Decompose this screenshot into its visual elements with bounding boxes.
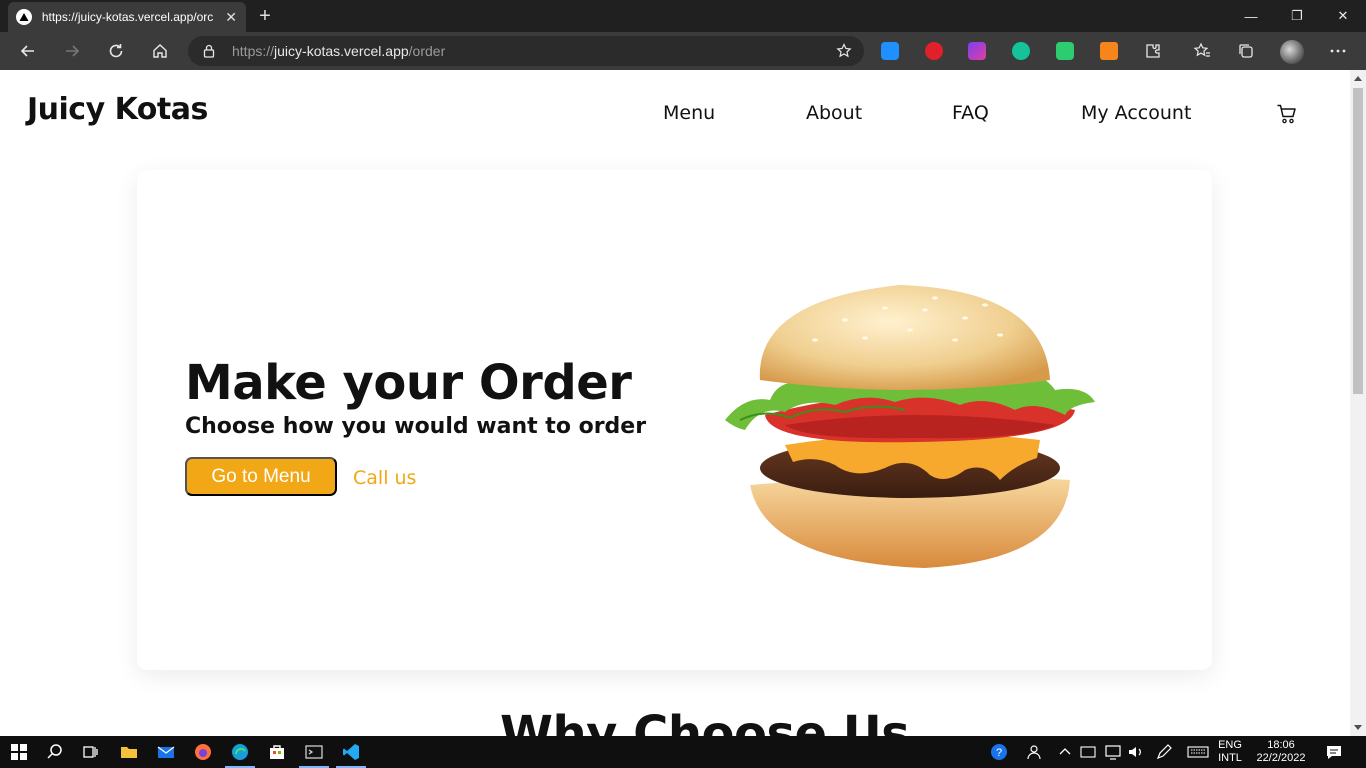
- hero-title: Make your Order: [185, 355, 632, 411]
- vercel-favicon-icon: [16, 9, 32, 25]
- url-host: juicy-kotas.vercel.app: [274, 43, 409, 59]
- browser-tabbar: https://juicy-kotas.vercel.app/orc ✕ + —…: [0, 0, 1366, 32]
- network-icon[interactable]: [1103, 742, 1123, 762]
- volume-icon[interactable]: [1126, 742, 1146, 762]
- browser-tab[interactable]: https://juicy-kotas.vercel.app/orc ✕: [8, 2, 246, 32]
- search-icon[interactable]: [45, 742, 65, 762]
- mail-icon[interactable]: [156, 742, 176, 762]
- url-scheme: https://: [232, 43, 275, 59]
- home-icon[interactable]: [145, 36, 175, 66]
- clock[interactable]: 18:06 22/2/2022: [1250, 739, 1312, 765]
- extensions-icon[interactable]: [1143, 41, 1163, 61]
- svg-text:?: ?: [996, 747, 1002, 759]
- nav-about[interactable]: About: [806, 102, 862, 124]
- profile-avatar[interactable]: [1280, 40, 1304, 64]
- site-brand[interactable]: Juicy Kotas: [27, 92, 208, 127]
- favorites-icon[interactable]: [1192, 41, 1212, 61]
- reload-icon[interactable]: [101, 36, 131, 66]
- more-options-icon[interactable]: [1328, 41, 1348, 61]
- people-icon[interactable]: [1025, 742, 1045, 762]
- scroll-thumb[interactable]: [1353, 88, 1363, 394]
- store-icon[interactable]: [267, 742, 287, 762]
- metamask-extension-icon[interactable]: [1100, 42, 1118, 60]
- help-icon[interactable]: ?: [989, 742, 1009, 762]
- tab-title: https://juicy-kotas.vercel.app/orc: [41, 10, 214, 24]
- task-view-icon[interactable]: [80, 742, 100, 762]
- file-explorer-icon[interactable]: [119, 742, 139, 762]
- terminal-icon[interactable]: [304, 742, 324, 762]
- windows-start-icon[interactable]: [9, 742, 29, 762]
- clock-date: 22/2/2022: [1256, 752, 1306, 764]
- web-page: Juicy Kotas Menu About FAQ My Account Ma…: [0, 70, 1350, 736]
- scroll-up-icon[interactable]: [1354, 76, 1362, 81]
- close-window-icon[interactable]: ✕: [1320, 0, 1366, 32]
- firefox-icon[interactable]: [193, 742, 213, 762]
- url-path: /order: [408, 43, 446, 59]
- translate-extension-icon[interactable]: [881, 42, 899, 60]
- new-tab-icon[interactable]: +: [254, 5, 276, 27]
- language-bottom: INTL: [1218, 752, 1242, 764]
- url-text: https://juicy-kotas.vercel.app/order: [232, 43, 445, 59]
- edge-icon[interactable]: [230, 742, 250, 762]
- scroll-down-icon[interactable]: [1354, 725, 1362, 730]
- minimize-icon[interactable]: —: [1228, 0, 1274, 32]
- section-title: Why Choose Us: [500, 706, 910, 736]
- call-us-link[interactable]: Call us: [353, 467, 416, 489]
- nav-menu[interactable]: Menu: [663, 102, 715, 124]
- cart-icon[interactable]: [1276, 103, 1298, 125]
- nav-faq[interactable]: FAQ: [952, 102, 989, 124]
- tab-close-icon[interactable]: ✕: [224, 9, 238, 26]
- language-indicator[interactable]: ENG INTL: [1214, 739, 1246, 765]
- adblock-extension-icon[interactable]: [925, 42, 943, 60]
- input-method-icon[interactable]: [1078, 742, 1098, 762]
- go-to-menu-button[interactable]: Go to Menu: [185, 457, 337, 496]
- hero-card: Make your Order Choose how you would wan…: [137, 170, 1212, 670]
- lock-icon: [203, 44, 215, 58]
- window-controls: — ❐ ✕: [1228, 0, 1366, 32]
- hero-subtitle: Choose how you would want to order: [185, 414, 647, 439]
- grammarly-extension-icon[interactable]: [1012, 42, 1030, 60]
- forward-icon[interactable]: [57, 36, 87, 66]
- pen-icon[interactable]: [1154, 742, 1174, 762]
- add-favorite-icon[interactable]: [836, 43, 852, 59]
- page-scrollbar[interactable]: [1350, 70, 1366, 736]
- browser-toolbar: https://juicy-kotas.vercel.app/order: [0, 32, 1366, 70]
- tray-chevron-icon[interactable]: [1055, 742, 1075, 762]
- windows-taskbar: ? ENG INTL 18:06 22/2/2022: [0, 736, 1366, 768]
- collections-icon[interactable]: [1236, 41, 1256, 61]
- burger-image: [725, 285, 1095, 568]
- restore-icon[interactable]: ❐: [1274, 0, 1320, 32]
- save-extension-icon[interactable]: [1056, 42, 1074, 60]
- vscode-icon[interactable]: [341, 742, 361, 762]
- notifications-icon[interactable]: [1324, 742, 1344, 762]
- language-top: ENG: [1218, 739, 1242, 751]
- address-bar[interactable]: https://juicy-kotas.vercel.app/order: [188, 36, 864, 66]
- clock-time: 18:06: [1267, 739, 1295, 751]
- back-icon[interactable]: [13, 36, 43, 66]
- nav-my-account[interactable]: My Account: [1081, 102, 1191, 124]
- touch-keyboard-icon[interactable]: [1186, 742, 1210, 762]
- notes-extension-icon[interactable]: [968, 42, 986, 60]
